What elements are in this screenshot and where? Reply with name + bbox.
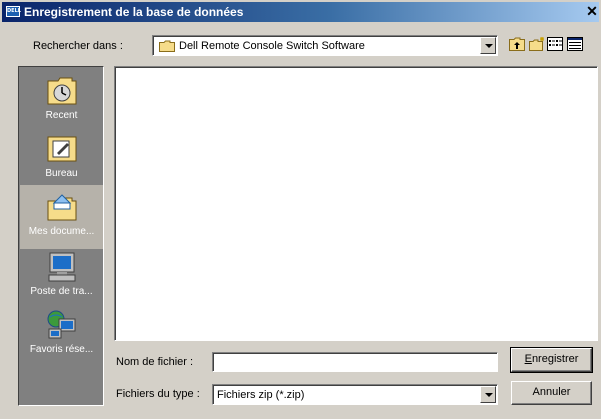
place-desktop[interactable]: Bureau [20, 127, 103, 191]
save-button-label: nregistrer [531, 353, 579, 365]
lookin-label: Rechercher dans : [33, 40, 123, 52]
dell-logo-icon: DELL [6, 6, 21, 17]
places-bar: Recent Bureau Mes docume... Poste de tra… [18, 66, 104, 406]
save-button[interactable]: Enregistrer [510, 347, 593, 373]
save-button-mnemonic: E [524, 353, 532, 365]
network-places-icon [47, 310, 76, 339]
place-my-documents-label: Mes docume... [28, 226, 95, 237]
filename-input[interactable] [212, 352, 498, 372]
place-network[interactable]: Favoris rése... [20, 303, 103, 367]
cancel-button[interactable]: Annuler [511, 381, 592, 405]
new-folder-icon [529, 37, 544, 51]
up-folder-icon [509, 37, 525, 51]
lookin-dropdown-arrow[interactable] [480, 37, 496, 54]
filetype-dropdown-arrow[interactable] [480, 386, 496, 403]
up-folder-button[interactable] [508, 35, 526, 55]
folder-icon [159, 40, 175, 52]
file-list[interactable] [114, 66, 598, 341]
place-network-label: Favoris rése... [29, 344, 94, 355]
my-documents-icon [47, 194, 77, 221]
lookin-value: Dell Remote Console Switch Software [179, 40, 365, 52]
list-view-icon [547, 37, 563, 51]
details-view-button[interactable] [566, 35, 584, 55]
desktop-icon [47, 136, 77, 162]
list-view-button[interactable] [546, 35, 564, 55]
filename-label: Nom de fichier : [116, 356, 194, 368]
place-my-computer-label: Poste de tra... [30, 286, 93, 297]
recent-icon [47, 77, 77, 105]
dialog-title: Enregistrement de la base de données [24, 5, 244, 19]
place-my-computer[interactable]: Poste de tra... [20, 245, 103, 309]
filetype-label: Fichiers du type : [116, 388, 200, 400]
filetype-value: Fichiers zip (*.zip) [217, 389, 305, 401]
place-recent-label: Recent [45, 110, 78, 121]
save-dialog: DELL Enregistrement de la base de donnée… [0, 0, 601, 419]
my-computer-icon [48, 252, 76, 282]
title-bar[interactable]: DELL Enregistrement de la base de donnée… [2, 2, 599, 22]
details-view-icon [567, 37, 583, 51]
lookin-dropdown[interactable]: Dell Remote Console Switch Software [152, 35, 498, 56]
place-desktop-label: Bureau [45, 168, 78, 179]
new-folder-button[interactable] [528, 35, 546, 55]
close-button[interactable]: ✕ [585, 4, 599, 18]
filetype-dropdown[interactable]: Fichiers zip (*.zip) [212, 384, 498, 405]
place-recent[interactable]: Recent [20, 69, 103, 133]
place-my-documents[interactable]: Mes docume... [20, 185, 103, 249]
